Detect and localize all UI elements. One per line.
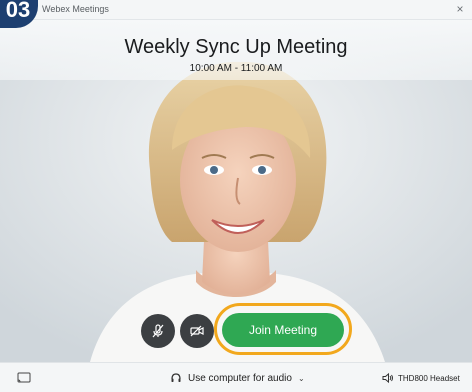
close-icon[interactable]: ×	[452, 1, 468, 17]
app-title: Webex Meetings	[42, 4, 109, 14]
audio-selector[interactable]: Use computer for audio ⌄	[170, 370, 305, 386]
chevron-down-icon: ⌄	[297, 373, 305, 383]
headset-icon	[171, 373, 181, 382]
speaker-icon	[382, 372, 393, 384]
speaker-label: THD800 Headset	[398, 373, 460, 383]
window-titlebar: Webex Meetings ×	[0, 0, 472, 20]
bottom-bar: Use computer for audio ⌄ THD800 Headset	[0, 362, 472, 392]
mute-button[interactable]	[141, 314, 175, 348]
join-meeting-button[interactable]: Join Meeting	[222, 313, 344, 347]
video-button[interactable]	[180, 314, 214, 348]
video-off-icon	[190, 325, 204, 337]
mic-muted-icon	[152, 324, 164, 338]
meeting-time: 10:00 AM - 11:00 AM	[189, 63, 283, 74]
cast-icon[interactable]	[17, 372, 31, 384]
meeting-title: Weekly Sync Up Meeting	[124, 36, 348, 58]
speaker-selector[interactable]: THD800 Headset	[382, 371, 460, 385]
audio-label: Use computer for audio	[188, 372, 292, 384]
